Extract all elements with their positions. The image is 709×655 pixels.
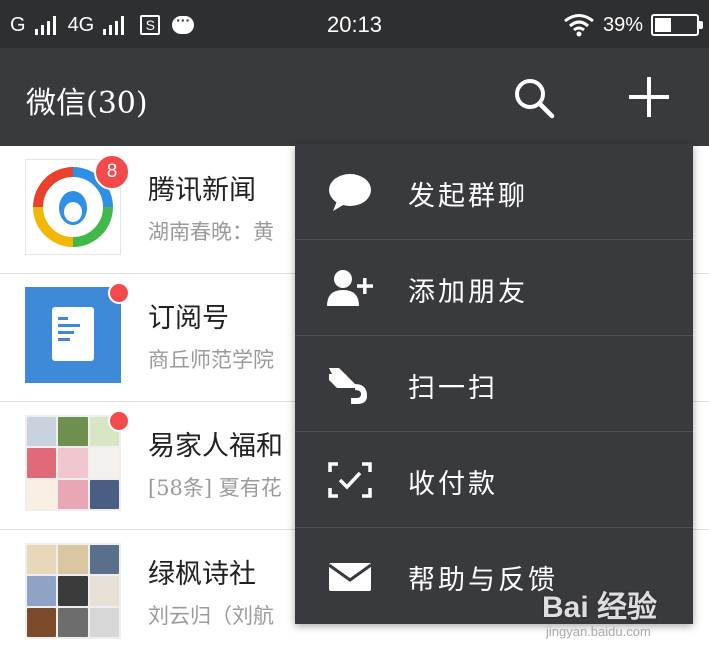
baidu-jingyan-watermark: Bai 经验 jingyan.baidu.com xyxy=(540,580,700,650)
chat-name: 易家人福和 xyxy=(148,431,283,462)
watermark-url: jingyan.baidu.com xyxy=(546,624,651,639)
battery-percent: 39% xyxy=(602,13,643,36)
chat-preview: 刘云归（刘航 xyxy=(148,604,274,628)
status-right: 39% xyxy=(563,10,703,40)
chat-name: 订阅号 xyxy=(148,303,229,334)
chat-preview: [58条] 夏有花 xyxy=(148,476,282,500)
menu-item-group-chat[interactable]: 发起群聊 xyxy=(295,144,693,240)
menu-label: 帮助与反馈 xyxy=(408,565,558,596)
app-header: 微信(30) xyxy=(0,48,709,146)
watermark-text: Bai 经验 xyxy=(542,591,658,624)
menu-label: 收付款 xyxy=(408,469,498,500)
search-icon[interactable] xyxy=(512,76,556,120)
page-title: 微信(30) xyxy=(26,86,148,121)
menu-label: 发起群聊 xyxy=(408,181,528,212)
add-friend-icon xyxy=(327,270,373,306)
chat-preview: 商丘师范学院 xyxy=(148,348,274,372)
menu-label: 扫一扫 xyxy=(408,373,498,404)
wifi-icon xyxy=(564,14,594,37)
menu-item-add-friend[interactable]: 添加朋友 xyxy=(295,240,693,336)
battery-icon xyxy=(651,14,703,36)
chat-preview: 湖南春晚：黄 xyxy=(148,220,274,244)
mail-icon xyxy=(328,563,372,591)
plus-dropdown-menu: 发起群聊 添加朋友 扫一扫 收付款 帮助与反馈 xyxy=(295,144,693,624)
unread-dot xyxy=(108,282,130,304)
menu-item-payment[interactable]: 收付款 xyxy=(295,432,693,528)
menu-label: 添加朋友 xyxy=(408,277,528,308)
group-avatar-grid xyxy=(25,543,121,639)
payment-scan-icon xyxy=(328,462,372,498)
status-bar: G 4G S 20:13 39% xyxy=(0,0,709,48)
chat-name: 腾讯新闻 xyxy=(148,175,256,206)
unread-dot xyxy=(108,410,130,432)
chat-bubble-icon xyxy=(329,174,371,211)
menu-item-scan[interactable]: 扫一扫 xyxy=(295,336,693,432)
group-avatar-grid xyxy=(25,415,121,511)
plus-icon[interactable] xyxy=(626,74,672,120)
battery-fill xyxy=(655,18,671,32)
chat-name: 绿枫诗社 xyxy=(148,559,256,590)
subscription-icon xyxy=(25,287,121,383)
scan-icon xyxy=(329,368,367,404)
unread-count-badge: 8 xyxy=(94,154,130,190)
